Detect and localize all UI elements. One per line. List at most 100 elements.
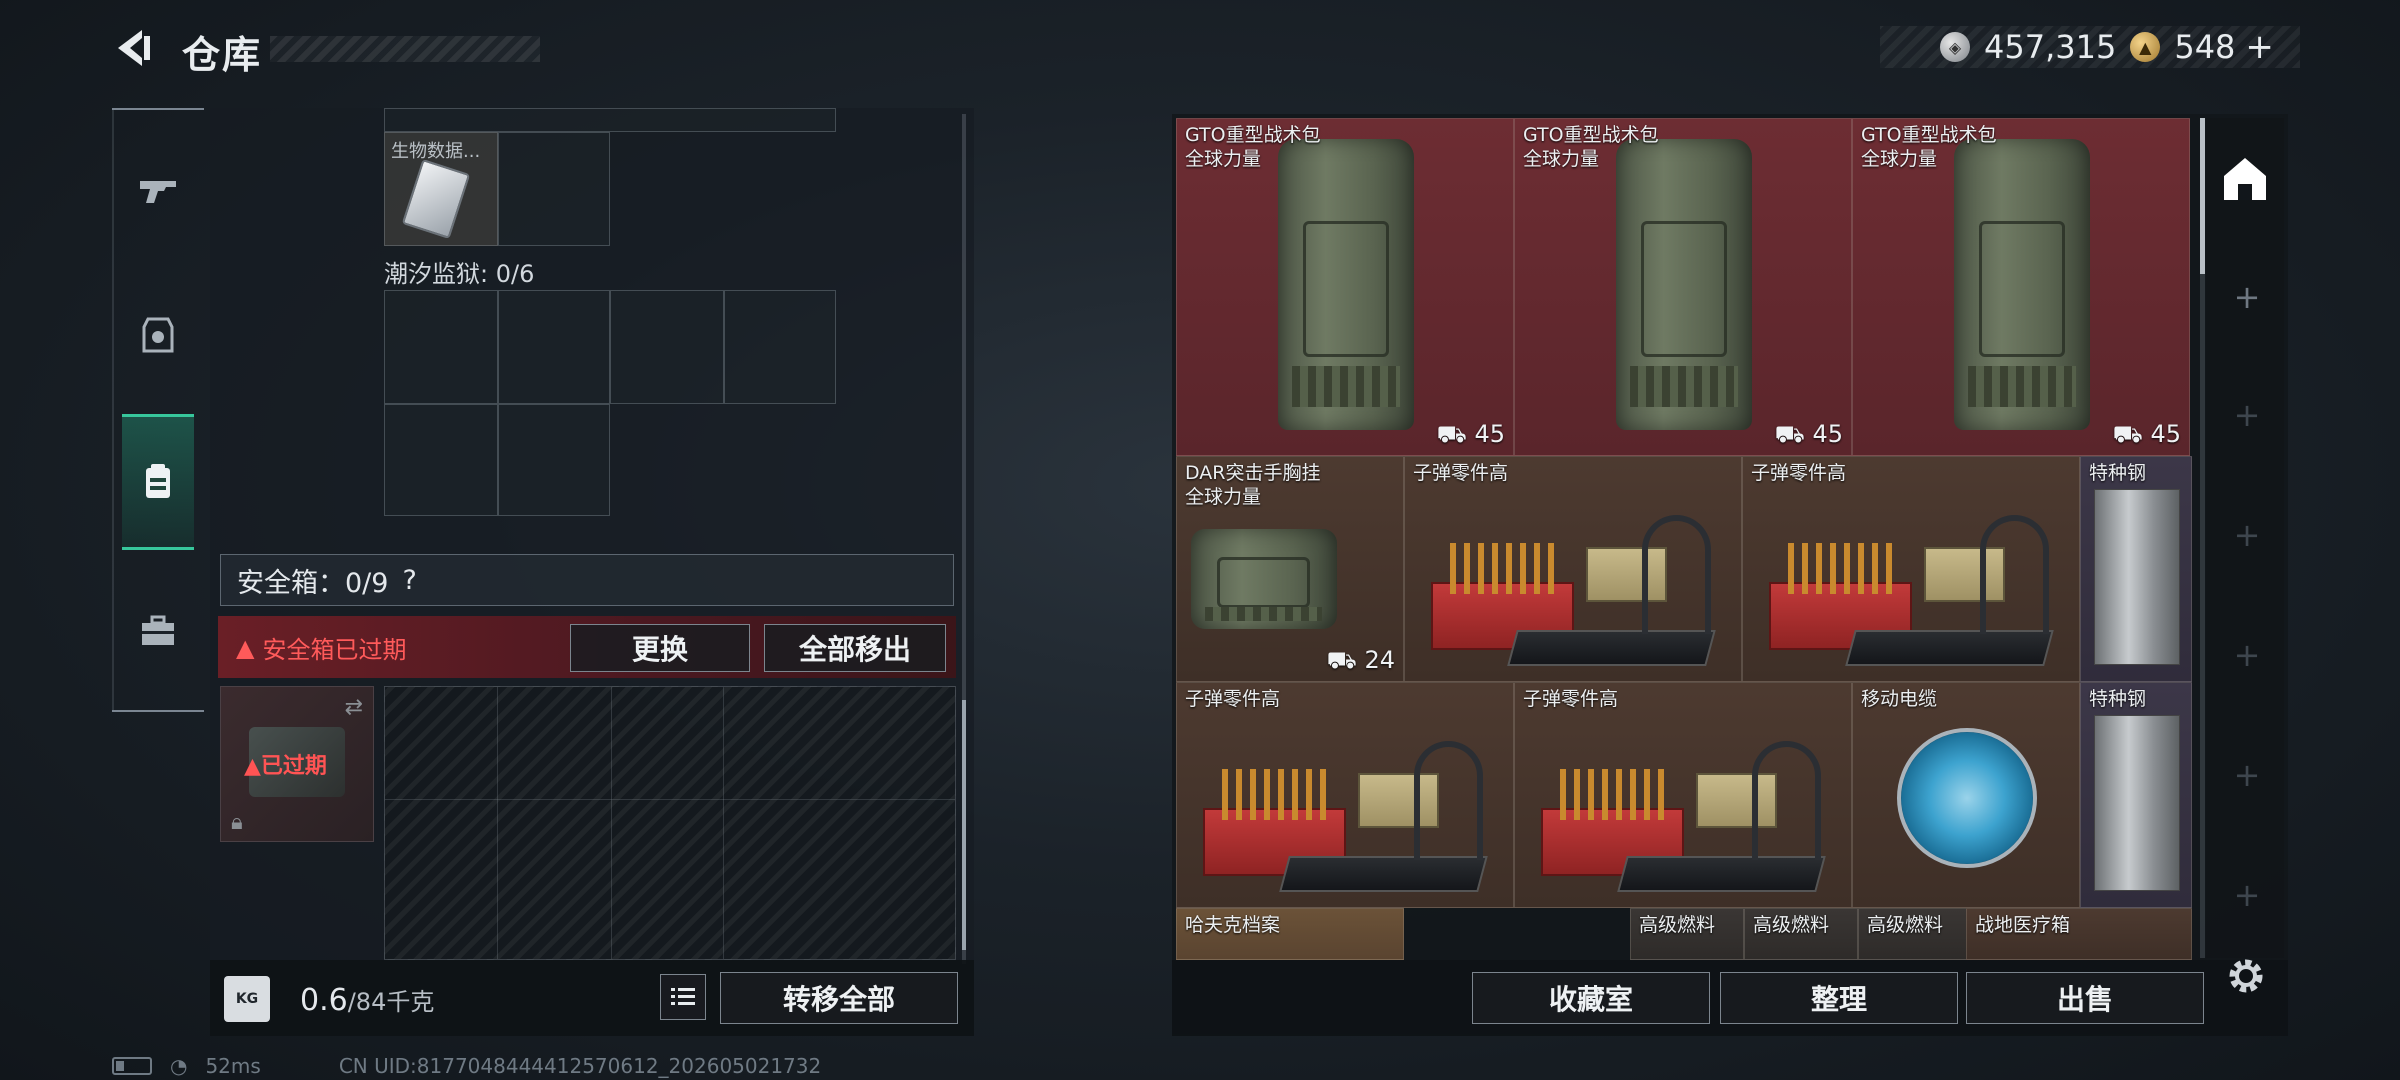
chest-rig-image xyxy=(1190,529,1337,629)
nav-divider-top xyxy=(112,108,204,110)
stash-item[interactable]: GTO重型战术包 全球力量 ⛟ 45 xyxy=(1176,118,1514,456)
special-steel-image xyxy=(2094,714,2180,891)
grid-cell[interactable] xyxy=(498,404,610,516)
safe-slot-expired-label: ▲已过期 xyxy=(244,748,327,780)
sort-button[interactable]: 整理 xyxy=(1720,972,1958,1024)
stash-item[interactable]: 移动电缆 xyxy=(1852,682,2080,908)
add-currency-button[interactable]: + xyxy=(2245,27,2274,67)
collection-room-button[interactable]: 收藏室 xyxy=(1472,972,1710,1024)
grid-cell[interactable] xyxy=(724,290,836,404)
add-stash-tab-icon[interactable]: + xyxy=(2232,281,2262,313)
stash-item[interactable]: 子弹零件高 xyxy=(1404,456,1742,682)
safe-slot-expired-text: 已过期 xyxy=(260,754,327,779)
nav-tab-gear[interactable] xyxy=(122,290,194,380)
transfer-all-button[interactable]: 转移全部 xyxy=(720,972,958,1024)
help-icon[interactable]: ? xyxy=(402,565,416,596)
stash-item[interactable]: 战地医疗箱 xyxy=(1966,908,2192,960)
move-all-out-button[interactable]: 全部移出 xyxy=(764,624,946,672)
weight-icon: KG xyxy=(224,976,270,1022)
grid-cell[interactable] xyxy=(384,290,498,404)
expired-warning-text: 安全箱已过期 xyxy=(262,636,407,664)
stash-item-name: 高级燃料 xyxy=(1639,914,1716,936)
data-card-icon xyxy=(401,158,471,240)
weight-readout: 0.6/84千克 xyxy=(300,982,434,1018)
stash-item-name: 子弹零件高 xyxy=(1523,688,1619,710)
nav-divider-bottom xyxy=(112,710,204,712)
add-stash-tab-icon[interactable]: + xyxy=(2232,639,2262,671)
backpack-image xyxy=(1616,139,1752,430)
stash-item-faction: 全球力量 xyxy=(1523,148,1600,170)
cable-reel-image xyxy=(1896,728,2038,869)
stash-item[interactable]: 特种钢 xyxy=(2080,456,2192,682)
stash-item-name: 哈夫克档案 xyxy=(1185,914,1281,936)
stash-item[interactable]: DAR突击手胸挂 全球力量 ⛟ 24 xyxy=(1176,456,1404,682)
gold-amount: 548 xyxy=(2174,28,2236,66)
grid-cell[interactable] xyxy=(498,290,610,404)
ammo-parts-image xyxy=(1529,701,1840,900)
stash-item-name: 子弹零件高 xyxy=(1185,688,1281,710)
stash-item[interactable]: GTO重型战术包 全球力量 ⛟ 45 xyxy=(1852,118,2190,456)
warning-icon: ▲ xyxy=(236,633,255,662)
add-stash-tab-icon[interactable]: + xyxy=(2232,519,2262,551)
lock-icon: 🔒︎ xyxy=(231,810,243,835)
stash-item-name: 战地医疗箱 xyxy=(1975,914,2071,936)
nav-tab-toolbox[interactable] xyxy=(122,586,194,676)
stash-item-capacity: ⛟ 24 xyxy=(1326,646,1395,674)
back-arrow-icon xyxy=(118,30,150,66)
stash-item-name: GTO重型战术包 全球力量 xyxy=(1523,124,1659,170)
ammo-parts-image xyxy=(1191,701,1502,900)
stash-item[interactable]: 子弹零件高 xyxy=(1742,456,2080,682)
stash-item-name: GTO重型战术包 全球力量 xyxy=(1861,124,1997,170)
stash-item-name: DAR突击手胸挂 全球力量 xyxy=(1185,462,1321,508)
add-stash-tab-icon[interactable]: + xyxy=(2232,399,2262,431)
safe-box-header: 安全箱：0/9 ? xyxy=(220,554,954,606)
stash-tab-main[interactable] xyxy=(2212,136,2278,222)
add-stash-tab-icon[interactable]: + xyxy=(2232,879,2262,911)
back-button[interactable] xyxy=(112,26,156,70)
swap-icon: ⇄ xyxy=(344,695,363,720)
stash-item-name: 特种钢 xyxy=(2089,688,2147,710)
silver-amount: 457,315 xyxy=(1984,28,2117,66)
stash-item-capacity: ⛟ 45 xyxy=(1774,420,1843,448)
warning-icon: ▲ xyxy=(244,754,261,779)
backpack-image xyxy=(1278,139,1414,430)
stash-item[interactable]: 高级燃料 xyxy=(1630,908,1744,960)
item-label: 生物数据... xyxy=(391,141,481,162)
list-view-button[interactable] xyxy=(660,974,706,1020)
backpack-image xyxy=(1954,139,2090,430)
gold-coin-icon: ▲ xyxy=(2130,32,2161,62)
weight-value: 0.6 xyxy=(300,983,348,1018)
stash-item[interactable]: 高级燃料 xyxy=(1858,908,1972,960)
add-stash-tab-icon[interactable]: + xyxy=(2232,759,2262,791)
stash-item[interactable]: 高级燃料 xyxy=(1744,908,1858,960)
grid-cell[interactable] xyxy=(498,132,610,246)
stash-item-faction: 全球力量 xyxy=(1861,148,1938,170)
stash-item-faction: 全球力量 xyxy=(1185,148,1262,170)
stash-item[interactable]: 哈夫克档案 xyxy=(1176,908,1404,960)
stash-item[interactable]: 子弹零件高 xyxy=(1514,682,1852,908)
ammo-parts-image xyxy=(1419,475,1730,674)
backpack-icon xyxy=(146,464,170,498)
stash-item[interactable]: GTO重型战术包 全球力量 ⛟ 45 xyxy=(1514,118,1852,456)
uid: CN UID:8177048444412570612_202605021732 xyxy=(338,1054,822,1078)
section-label: 潮汐监狱: 0/6 xyxy=(384,260,535,288)
stash-item-name: 子弹零件高 xyxy=(1751,462,1847,484)
status-bar: ◔ 52ms CN UID:8177048444412570612_202605… xyxy=(112,1054,821,1078)
toolbox-icon xyxy=(142,615,174,645)
title-decoration xyxy=(270,36,540,62)
safe-box-grid[interactable] xyxy=(384,686,956,960)
item-slot-bio-data[interactable]: 生物数据... xyxy=(384,132,498,246)
grid-cell[interactable] xyxy=(610,290,724,404)
stash-item[interactable]: 特种钢 xyxy=(2080,682,2192,908)
nav-tab-weapons[interactable] xyxy=(122,144,194,234)
grid-cell[interactable] xyxy=(384,404,498,516)
stash-item[interactable]: 子弹零件高 xyxy=(1176,682,1514,908)
sell-button[interactable]: 出售 xyxy=(1966,972,2204,1024)
settings-button[interactable] xyxy=(2224,954,2268,998)
replace-button[interactable]: 更换 xyxy=(570,624,750,672)
stash-item-name: 特种钢 xyxy=(2089,462,2147,484)
left-scrollbar-thumb[interactable] xyxy=(962,700,966,950)
expired-warning: ▲ 安全箱已过期 xyxy=(236,630,406,665)
nav-tab-backpack[interactable] xyxy=(122,414,194,550)
stash-scrollbar-thumb[interactable] xyxy=(2200,118,2205,274)
